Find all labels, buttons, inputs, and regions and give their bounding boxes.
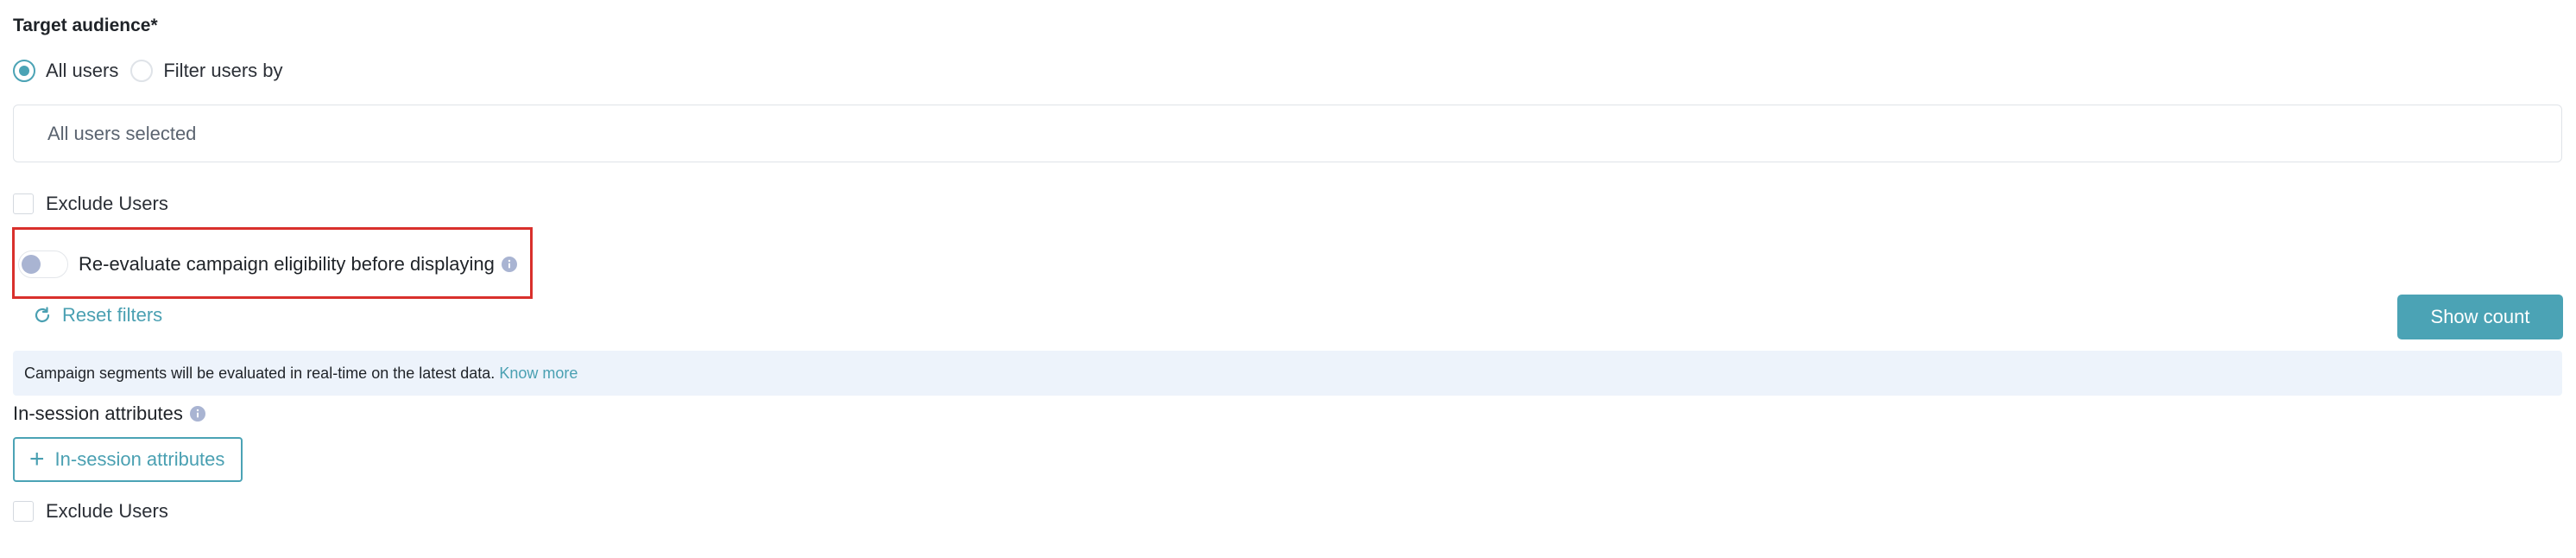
selection-summary-box: All users selected: [13, 105, 2562, 162]
add-in-session-label: In-session attributes: [54, 448, 225, 470]
exclude-users-row-in-session[interactable]: Exclude Users: [13, 500, 168, 523]
info-icon[interactable]: [189, 406, 205, 422]
in-session-label: In-session attributes: [13, 403, 183, 424]
realtime-info-banner: Campaign segments will be evaluated in r…: [13, 351, 2562, 396]
radio-label-all-users: All users: [46, 60, 119, 81]
toggle-knob: [22, 255, 41, 274]
reevaluate-toggle[interactable]: [18, 250, 68, 278]
add-in-session-attributes-button[interactable]: + In-session attributes: [13, 437, 243, 482]
radio-option-all-users[interactable]: All users: [13, 60, 118, 82]
exclude-users-row[interactable]: Exclude Users: [13, 193, 168, 215]
reset-filters-link[interactable]: Reset filters: [33, 304, 162, 327]
banner-text: Campaign segments will be evaluated in r…: [24, 364, 496, 382]
show-count-button[interactable]: Show count: [2397, 295, 2563, 339]
reevaluate-label: Re-evaluate campaign eligibility before …: [79, 253, 495, 275]
audience-radio-group: All users Filter users by: [13, 60, 283, 82]
reevaluate-toggle-row: Re-evaluate campaign eligibility before …: [18, 250, 517, 278]
info-icon[interactable]: [501, 257, 517, 272]
radio-selected-icon[interactable]: [13, 60, 35, 82]
in-session-heading: In-session attributes: [13, 403, 205, 425]
refresh-icon: [35, 307, 50, 323]
selection-summary-text: All users selected: [47, 122, 197, 144]
radio-option-filter-users[interactable]: Filter users by: [130, 60, 283, 82]
radio-label-filter-users: Filter users by: [163, 60, 283, 81]
know-more-link[interactable]: Know more: [499, 365, 578, 383]
exclude-users-label: Exclude Users: [46, 193, 168, 214]
target-audience-panel: Target audience* All users Filter users …: [0, 0, 2576, 558]
section-title: Target audience*: [13, 16, 158, 35]
show-count-label: Show count: [2430, 306, 2530, 327]
reset-filters-label: Reset filters: [62, 304, 163, 326]
exclude-users-checkbox[interactable]: [13, 501, 34, 522]
radio-unselected-icon[interactable]: [130, 60, 154, 82]
exclude-users-label: Exclude Users: [46, 500, 168, 522]
plus-icon: +: [29, 445, 45, 473]
exclude-users-checkbox[interactable]: [13, 193, 34, 214]
